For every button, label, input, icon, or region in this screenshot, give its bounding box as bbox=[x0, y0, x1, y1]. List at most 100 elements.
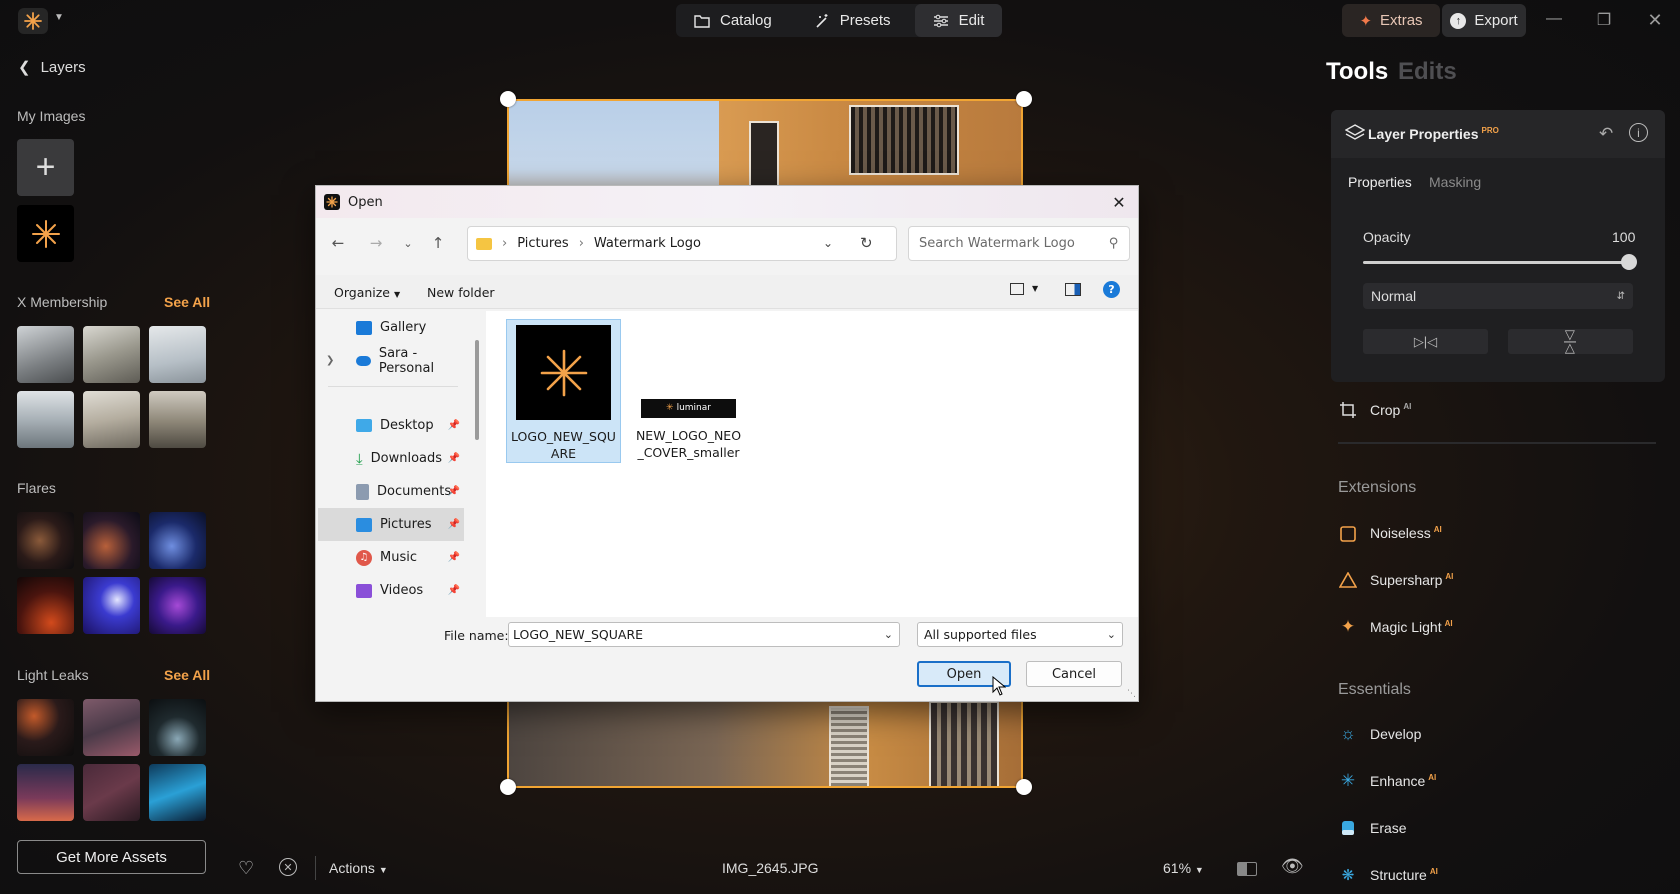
resize-grip-icon[interactable]: ⋱ bbox=[1127, 689, 1136, 699]
supersharp-tool[interactable]: Supersharp AI bbox=[1338, 570, 1453, 590]
develop-tool[interactable]: ☼ Develop bbox=[1338, 724, 1421, 744]
catalog-tab[interactable]: Catalog bbox=[676, 4, 790, 37]
organize-menu[interactable]: Organize ▼ bbox=[334, 285, 400, 300]
breadcrumb-watermark-logo[interactable]: Watermark Logo bbox=[594, 236, 701, 251]
back-arrow-icon[interactable]: ← bbox=[326, 233, 350, 253]
my-image-logo[interactable] bbox=[17, 205, 74, 262]
crop-handle-bottom-left[interactable] bbox=[500, 779, 516, 795]
erase-tool[interactable]: Erase bbox=[1338, 818, 1407, 838]
minimize-icon[interactable]: — bbox=[1542, 10, 1566, 28]
nav-item-downloads[interactable]: ⤓ Downloads 📌 bbox=[318, 442, 464, 475]
cancel-button[interactable]: Cancel bbox=[1026, 661, 1122, 687]
noiseless-tool[interactable]: Noiseless AI bbox=[1338, 523, 1442, 543]
app-logo-button[interactable] bbox=[18, 8, 48, 34]
light-leak-thumb[interactable] bbox=[17, 764, 74, 821]
eye-icon[interactable]: 👁 bbox=[1281, 856, 1304, 877]
crop-tool[interactable]: Crop AI bbox=[1338, 400, 1411, 420]
flip-vertical-button[interactable]: ▷|◁ bbox=[1508, 329, 1633, 354]
membership-thumb[interactable] bbox=[83, 326, 140, 383]
flare-thumb[interactable] bbox=[83, 577, 140, 634]
crop-handle-top-right[interactable] bbox=[1016, 91, 1032, 107]
extras-button[interactable]: ✦ Extras bbox=[1342, 4, 1440, 37]
opacity-slider-knob[interactable] bbox=[1621, 254, 1637, 270]
address-bar[interactable]: › Pictures › Watermark Logo ⌄ ↻ bbox=[467, 226, 897, 261]
dialog-titlebar[interactable]: Open bbox=[316, 186, 1138, 218]
compare-icon[interactable] bbox=[1237, 862, 1257, 876]
add-image-button[interactable]: + bbox=[17, 139, 74, 196]
layer-properties-header[interactable]: Layer Properties PRO ↶ i bbox=[1331, 110, 1665, 158]
membership-thumb[interactable] bbox=[149, 391, 206, 448]
flare-thumb[interactable] bbox=[83, 512, 140, 569]
structure-tool[interactable]: ❋ Structure AI bbox=[1338, 865, 1438, 885]
expand-chevron-icon[interactable]: ❯ bbox=[326, 355, 334, 366]
flare-thumb[interactable] bbox=[149, 512, 206, 569]
flare-thumb[interactable] bbox=[17, 512, 74, 569]
restore-icon[interactable]: ❐ bbox=[1592, 10, 1616, 30]
preview-pane-icon[interactable] bbox=[1065, 283, 1081, 296]
flare-thumb[interactable] bbox=[149, 577, 206, 634]
membership-thumb[interactable] bbox=[83, 391, 140, 448]
chevron-down-icon[interactable]: ⌄ bbox=[884, 628, 893, 641]
blend-mode-select[interactable]: Normal ⇵ bbox=[1363, 283, 1633, 309]
forward-arrow-icon[interactable]: → bbox=[364, 233, 388, 253]
membership-see-all[interactable]: See All bbox=[164, 294, 210, 310]
reject-icon[interactable]: ✕ bbox=[279, 858, 297, 876]
membership-thumb[interactable] bbox=[17, 391, 74, 448]
zoom-menu[interactable]: 61% ▼ bbox=[1163, 860, 1204, 876]
dialog-close-icon[interactable]: ✕ bbox=[1108, 191, 1130, 213]
layers-back-button[interactable]: ❮ Layers bbox=[18, 58, 86, 77]
help-icon[interactable]: ? bbox=[1103, 281, 1120, 298]
tab-masking[interactable]: Masking bbox=[1429, 174, 1481, 190]
membership-thumb[interactable] bbox=[149, 326, 206, 383]
edits-tab[interactable]: Edits bbox=[1398, 58, 1457, 86]
light-leak-thumb[interactable] bbox=[149, 699, 206, 756]
close-icon[interactable]: ✕ bbox=[1643, 10, 1667, 31]
get-more-assets-button[interactable]: Get More Assets bbox=[17, 840, 206, 874]
flare-thumb[interactable] bbox=[17, 577, 74, 634]
crop-handle-bottom-right[interactable] bbox=[1016, 779, 1032, 795]
refresh-icon[interactable]: ↻ bbox=[860, 234, 873, 252]
nav-item-gallery[interactable]: Gallery bbox=[318, 311, 464, 344]
nav-item-documents[interactable]: Documents 📌 bbox=[318, 475, 464, 508]
recent-chevron-icon[interactable]: ⌄ bbox=[396, 233, 420, 253]
chevron-down-icon[interactable]: ▼ bbox=[54, 12, 64, 23]
crop-handle-top-left[interactable] bbox=[500, 91, 516, 107]
light-leaks-see-all[interactable]: See All bbox=[164, 667, 210, 683]
file-new-logo-neo-cover[interactable]: ✳ luminar NEW_LOGO_NEO _COVER_smaller bbox=[631, 319, 746, 463]
nav-item-videos[interactable]: Videos 📌 bbox=[318, 574, 464, 607]
breadcrumb-separator: › bbox=[578, 236, 584, 251]
light-leak-thumb[interactable] bbox=[17, 699, 74, 756]
file-type-select[interactable]: All supported files ⌄ bbox=[917, 622, 1123, 647]
undo-icon[interactable]: ↶ bbox=[1599, 124, 1613, 144]
nav-scrollbar-thumb[interactable] bbox=[475, 340, 479, 440]
address-history-chevron-icon[interactable]: ⌄ bbox=[823, 236, 833, 250]
file-logo-new-square[interactable]: LOGO_NEW_SQU ARE bbox=[506, 319, 621, 463]
presets-tab[interactable]: Presets bbox=[796, 4, 909, 37]
view-icon[interactable] bbox=[1010, 283, 1024, 295]
enhance-tool[interactable]: ✳ Enhance AI bbox=[1338, 771, 1436, 791]
magic-light-tool[interactable]: ✦ Magic Light AI bbox=[1338, 617, 1453, 637]
light-leak-thumb[interactable] bbox=[149, 764, 206, 821]
breadcrumb-pictures[interactable]: Pictures bbox=[517, 236, 568, 251]
info-icon[interactable]: i bbox=[1629, 123, 1648, 142]
light-leak-thumb[interactable] bbox=[83, 699, 140, 756]
edit-tab[interactable]: Edit bbox=[914, 4, 1003, 37]
view-chevron-icon[interactable]: ▼ bbox=[1032, 284, 1038, 293]
up-arrow-icon[interactable]: ↑ bbox=[426, 233, 450, 253]
flip-horizontal-button[interactable]: ▷|◁ bbox=[1363, 329, 1488, 354]
export-button[interactable]: ↑ Export bbox=[1442, 4, 1526, 37]
actions-menu[interactable]: Actions ▼ bbox=[329, 860, 388, 876]
opacity-slider[interactable] bbox=[1363, 261, 1629, 264]
nav-item-onedrive[interactable]: ❯ Sara - Personal bbox=[318, 344, 464, 377]
nav-item-desktop[interactable]: Desktop 📌 bbox=[318, 409, 464, 442]
file-name-input[interactable]: LOGO_NEW_SQUARE ⌄ bbox=[508, 622, 900, 647]
light-leak-thumb[interactable] bbox=[83, 764, 140, 821]
new-folder-button[interactable]: New folder bbox=[427, 285, 495, 300]
tools-tab[interactable]: Tools bbox=[1326, 58, 1388, 86]
heart-icon[interactable]: ♡ bbox=[238, 858, 254, 879]
search-input[interactable]: Search Watermark Logo ⚲ bbox=[908, 226, 1130, 261]
nav-item-pictures[interactable]: Pictures 📌 bbox=[318, 508, 464, 541]
nav-item-music[interactable]: ♫ Music 📌 bbox=[318, 541, 464, 574]
tab-properties[interactable]: Properties bbox=[1348, 174, 1412, 190]
membership-thumb[interactable] bbox=[17, 326, 74, 383]
